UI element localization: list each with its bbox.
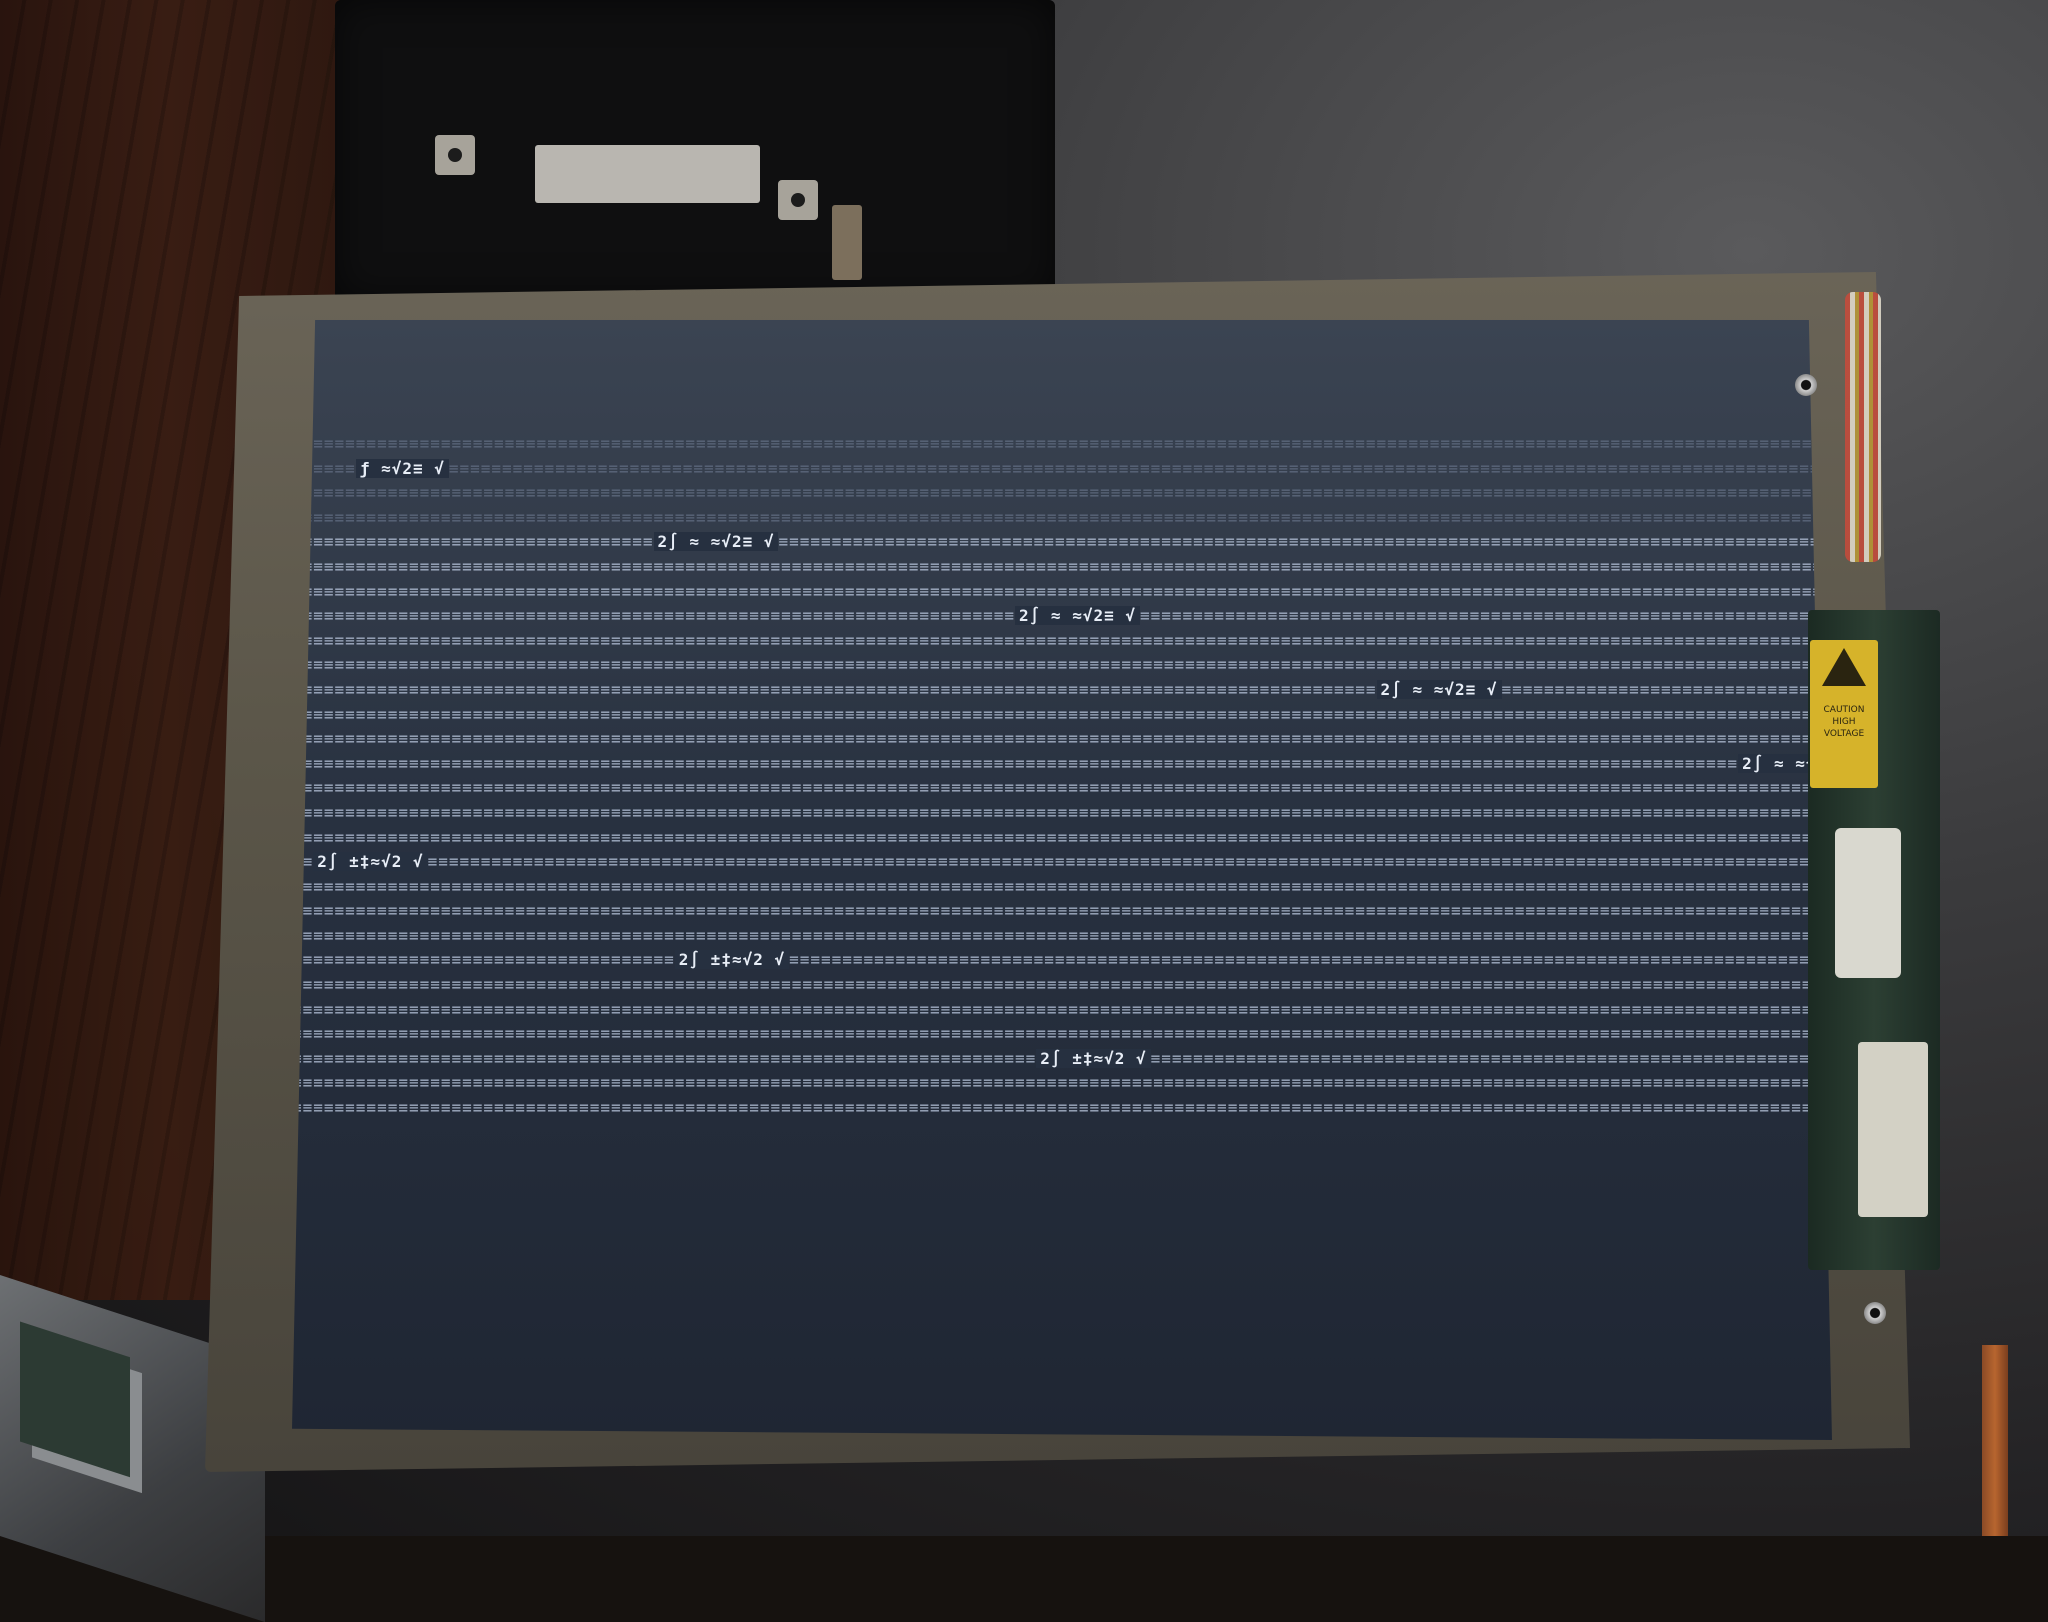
glyph-row: ≡≡≡≡≡≡≡≡≡≡≡≡≡≡≡≡≡≡≡≡≡≡≡≡≡≡≡≡≡≡≡≡≡≡≡≡≡≡≡≡… xyxy=(292,776,1832,801)
glyph-fill: ≡≡≡≡≡≡≡≡≡≡≡≡≡≡≡≡≡≡≡≡≡≡≡≡≡≡≡≡≡≡≡≡≡≡≡≡≡≡≡≡… xyxy=(1140,606,1832,626)
glyph-fragment: 2∫ ≈ ≈√2≡ √ xyxy=(1015,606,1140,626)
glyph-fragment: 2∫ ±‡≈√2 √ xyxy=(674,950,790,970)
glyph-row: ≡≡≡≡≡≡≡≡≡≡≡≡≡≡≡≡≡≡≡≡≡≡≡≡≡≡≡≡≡≡≡≡≡≡≡≡≡≡≡≡… xyxy=(292,481,1832,506)
glyph-fill: ≡≡≡≡≡≡≡≡≡≡≡≡≡≡≡≡≡≡≡≡≡≡≡≡≡≡≡≡≡≡≡≡≡≡≡≡≡≡≡≡… xyxy=(292,901,1832,921)
glyph-row: ≡≡≡≡≡≡≡≡≡≡≡≡≡≡≡≡≡≡≡≡≡≡≡≡≡≡≡≡≡≡≡≡≡≡≡≡≡≡≡≡… xyxy=(292,1096,1832,1121)
component-sticker xyxy=(1858,1042,1928,1217)
caution-text: CAUTION HIGH VOLTAGE xyxy=(1823,705,1865,739)
glyph-row: ≡≡≡≡≡≡≡≡≡≡≡≡≡≡≡≡≡≡≡≡≡≡≡≡≡≡≡≡≡≡≡≡≡≡≡≡≡≡≡≡… xyxy=(292,924,1832,949)
glyph-row: ≡≡≡≡≡≡≡≡≡≡≡≡≡≡≡≡≡≡≡≡≡≡≡≡≡≡≡≡≡≡≡≡≡≡≡≡≡≡≡≡… xyxy=(292,998,1832,1023)
glyph-row: ≡≡≡≡≡≡≡≡≡≡≡≡≡≡≡≡≡≡≡≡≡≡≡≡≡≡≡≡≡≡≡≡≡≡≡≡≡≡≡≡… xyxy=(292,1047,1832,1072)
glyph-fill: ≡≡≡≡≡≡≡≡≡≡≡≡≡≡≡≡≡≡≡≡≡≡≡≡≡≡≡≡≡≡≡≡≡≡≡≡≡≡≡≡… xyxy=(789,950,1832,970)
glyph-row: ≡≡≡≡≡≡≡≡≡≡≡≡≡≡≡≡≡≡≡≡≡≡≡≡≡≡≡≡≡≡≡≡≡≡≡≡≡≡≡≡… xyxy=(292,653,1832,678)
glyph-row: ≡≡≡≡≡≡≡≡≡≡≡≡≡≡≡≡≡≡≡≡≡≡≡≡≡≡≡≡≡≡≡≡≡≡≡≡≡≡≡≡… xyxy=(292,703,1832,728)
glyph-row: ≡≡≡≡≡≡≡≡≡≡≡≡≡≡≡≡≡≡≡≡≡≡≡≡≡≡≡≡≡≡≡≡≡≡≡≡≡≡≡≡… xyxy=(292,629,1832,654)
glyph-fragment: ƒ ≈√2≡ √ xyxy=(355,458,449,478)
glyph-fill: ≡≡≡≡≡≡≡≡≡≡≡≡≡≡≡≡≡≡≡≡≡≡≡≡≡≡≡≡≡≡≡≡≡≡≡≡≡≡≡≡… xyxy=(1150,1048,1832,1068)
glyph-fill: ≡≡≡≡≡≡≡≡≡≡≡≡≡≡≡≡≡≡≡≡≡≡≡≡≡≡≡≡≡≡≡≡≡≡≡≡≡≡≡≡… xyxy=(778,532,1832,552)
glyph-row: ≡≡≡≡≡≡≡≡≡≡≡≡≡≡≡≡≡≡≡≡≡≡≡≡≡≡≡≡≡≡≡≡≡≡≡≡≡≡≡≡… xyxy=(292,1022,1832,1047)
glyph-fill: ≡≡≡≡≡≡≡≡≡≡≡≡≡≡≡≡≡≡≡≡≡≡≡≡≡≡≡≡≡≡≡≡≡≡≡≡≡≡≡≡… xyxy=(448,458,1832,478)
glyph-row: ≡≡≡≡≡≡≡≡≡≡≡≡≡≡≡≡≡≡≡≡≡≡≡≡≡≡≡≡≡≡≡≡≡≡≡≡≡≡≡≡… xyxy=(292,752,1832,777)
glyph-fill: ≡≡≡≡≡≡≡≡≡≡≡≡≡≡≡≡≡≡≡≡≡≡≡≡≡≡≡≡≡≡≡≡≡≡≡≡≡≡≡≡… xyxy=(292,704,1832,724)
glyph-fill: ≡≡≡≡≡≡≡≡≡≡≡≡≡≡≡≡≡≡≡≡≡≡≡≡≡≡≡≡≡≡≡≡≡≡≡≡≡≡≡≡… xyxy=(292,778,1832,798)
lcd-screen: ≡≡≡≡≡≡≡≡≡≡≡≡≡≡≡≡≡≡≡≡≡≡≡≡≡≡≡≡≡≡≡≡≡≡≡≡≡≡≡≡… xyxy=(292,320,1832,1440)
glyph-fill: ≡≡≡≡≡≡≡≡≡≡≡≡≡≡≡≡≡≡≡≡≡≡≡≡≡≡≡≡≡≡≡≡≡≡≡≡≡≡≡≡… xyxy=(292,1024,1832,1044)
glyph-row: ≡≡2∫ ±‡≈√2 √≡≡≡≡≡≡≡≡≡≡≡≡≡≡≡≡≡≡≡≡≡≡≡≡≡≡≡≡… xyxy=(292,850,1832,875)
component-sticker xyxy=(1835,828,1901,978)
glyph-fill: ≡≡≡≡≡≡≡≡≡≡≡≡≡≡≡≡≡≡≡≡≡≡≡≡≡≡≡≡≡≡≡≡≡≡ xyxy=(292,532,654,552)
glyph-fill: ≡≡≡≡≡≡≡≡≡≡≡≡≡≡≡≡≡≡≡≡≡≡≡≡≡≡≡≡≡≡≡≡≡≡≡≡≡≡≡≡… xyxy=(292,655,1832,675)
glyph-fragment: 2∫ ≈ ≈√2≡ √ xyxy=(653,532,779,552)
glyph-row: ≡≡≡≡≡≡≡≡≡≡≡≡≡≡≡≡≡≡≡≡≡≡≡≡≡≡≡≡≡≡≡≡≡≡≡≡≡≡≡≡… xyxy=(292,899,1832,924)
glyph-fill: ≡≡≡≡≡≡≡≡≡≡≡≡≡≡≡≡≡≡≡≡≡≡≡≡≡≡≡≡≡≡≡≡≡≡≡≡≡≡≡≡… xyxy=(1501,679,1832,699)
board-label-sticker xyxy=(535,145,760,203)
glyph-fill: ≡≡≡≡≡≡≡≡≡≡≡≡≡≡≡≡≡≡≡≡≡≡≡≡≡≡≡≡≡≡≡≡≡≡≡≡≡≡≡≡… xyxy=(292,999,1832,1019)
glyph-fragment: 2∫ ±‡≈√2 √ xyxy=(313,852,428,872)
glyph-fill: ≡≡≡≡≡≡≡≡≡≡≡≡≡≡≡≡≡≡≡≡≡≡≡≡≡≡≡≡≡≡≡≡≡≡≡≡≡≡≡≡… xyxy=(292,975,1832,995)
glyph-row: ≡≡≡≡≡≡≡≡≡≡≡≡≡≡≡≡≡≡≡≡≡≡≡≡≡≡≡≡≡≡≡≡≡≡≡≡≡≡≡≡… xyxy=(292,604,1832,629)
glyph-fill: ≡≡≡≡≡≡≡≡≡≡≡≡≡≡≡≡≡≡≡≡≡≡≡≡≡≡≡≡≡≡≡≡≡≡≡≡≡≡≡≡… xyxy=(292,925,1832,945)
glyph-fill: ≡≡≡≡≡≡≡≡≡≡≡≡≡≡≡≡≡≡≡≡≡≡≡≡≡≡≡≡≡≡≡≡≡≡≡≡≡≡≡≡… xyxy=(292,679,1377,699)
mount-screw xyxy=(1795,374,1817,396)
glyph-row: ≡≡≡≡≡≡≡≡≡≡≡≡≡≡≡≡≡≡≡≡≡≡≡≡≡≡≡≡≡≡≡≡≡≡≡≡≡≡≡≡… xyxy=(292,555,1832,580)
glyph-row: ≡≡≡≡≡≡≡≡≡≡≡≡≡≡≡≡≡≡≡≡≡≡≡≡≡≡≡≡≡≡≡≡≡≡≡≡≡≡≡≡… xyxy=(292,973,1832,998)
glyph-fragment: 2∫ ≈ ≈√2≡ √ xyxy=(1376,679,1502,699)
glyph-fragment: 2∫ ±‡≈√2 √ xyxy=(1036,1048,1151,1068)
glyph-fill: ≡≡≡≡≡≡≡≡≡≡≡≡≡≡≡≡≡≡≡≡≡≡≡≡≡≡≡≡≡≡≡≡≡≡≡≡≡≡≡≡… xyxy=(292,507,1832,527)
glyph-fill: ≡≡≡≡≡≡≡≡≡≡≡≡≡≡≡≡≡≡≡≡≡≡≡≡≡≡≡≡≡≡≡≡≡≡≡≡≡≡≡≡… xyxy=(292,827,1832,847)
glyph-row: ≡≡≡≡≡≡≡≡≡≡≡≡≡≡≡≡≡≡≡≡≡≡≡≡≡≡≡≡≡≡≡≡≡≡≡≡≡≡≡≡… xyxy=(292,580,1832,605)
glyph-row: ≡≡≡≡≡≡≡≡≡≡≡≡≡≡≡≡≡≡≡≡≡≡≡≡≡≡≡≡≡≡≡≡≡≡≡≡≡≡≡≡… xyxy=(292,826,1832,851)
glyph-fill: ≡≡≡≡≡≡≡≡≡≡≡≡≡≡≡≡≡≡≡≡≡≡≡≡≡≡≡≡≡≡≡≡≡≡≡≡≡≡≡≡… xyxy=(292,630,1832,650)
glyph-row: ≡≡≡≡≡≡ ƒ ≈√2≡ √ ≡≡≡≡≡≡≡≡≡≡≡≡≡≡≡≡≡≡≡≡≡≡≡≡≡≡… xyxy=(292,457,1832,482)
glyph-row: ≡≡≡≡≡≡≡≡≡≡≡≡≡≡≡≡≡≡≡≡≡≡≡≡≡≡≡≡≡≡≡≡≡≡≡≡≡≡≡≡… xyxy=(292,875,1832,900)
glyph-row: ≡≡≡≡≡≡≡≡≡≡≡≡≡≡≡≡≡≡≡≡≡≡≡≡≡≡≡≡≡≡≡≡≡≡≡≡ 2∫ ±… xyxy=(292,948,1832,973)
glyph-fill: ≡≡≡≡≡≡≡≡≡≡≡≡≡≡≡≡≡≡≡≡≡≡≡≡≡≡≡≡≡≡≡≡≡≡≡≡≡≡≡≡… xyxy=(292,483,1832,503)
mount-screw xyxy=(1864,1302,1886,1324)
glyph-fill: ≡≡≡≡≡≡≡≡≡≡≡≡≡≡≡≡≡≡≡≡≡≡≡≡≡≡≡≡≡≡≡≡≡≡≡≡≡≡≡≡… xyxy=(292,802,1832,822)
wire-bundle xyxy=(1845,292,1881,562)
board-mount-hole xyxy=(435,135,475,175)
ribbon-connector xyxy=(832,205,862,280)
board-mount-hole xyxy=(778,180,818,220)
glyph-fill: ≡≡≡≡≡≡≡≡≡≡≡≡≡≡≡≡≡≡≡≡≡≡≡≡≡≡≡≡≡≡≡≡≡≡≡≡≡≡≡≡… xyxy=(292,1098,1832,1118)
glyph-fill: ≡≡≡≡≡≡≡≡≡≡≡≡≡≡≡≡≡≡≡≡≡≡≡≡≡≡≡≡≡≡≡≡≡≡≡≡ xyxy=(292,950,675,970)
glyph-fill: ≡≡≡≡≡≡≡≡≡≡≡≡≡≡≡≡≡≡≡≡≡≡≡≡≡≡≡≡≡≡≡≡≡≡≡≡≡≡≡≡… xyxy=(292,606,1016,626)
glyph-row: ≡≡≡≡≡≡≡≡≡≡≡≡≡≡≡≡≡≡≡≡≡≡≡≡≡≡≡≡≡≡≡≡≡≡≡≡≡≡≡≡… xyxy=(292,801,1832,826)
glyph-row: ≡≡≡≡≡≡≡≡≡≡≡≡≡≡≡≡≡≡≡≡≡≡≡≡≡≡≡≡≡≡≡≡≡≡≡≡≡≡≡≡… xyxy=(292,1071,1832,1096)
glyph-fill: ≡≡≡≡≡≡≡≡≡≡≡≡≡≡≡≡≡≡≡≡≡≡≡≡≡≡≡≡≡≡≡≡≡≡≡≡≡≡≡≡… xyxy=(292,1073,1832,1093)
glyph-fill: ≡≡≡≡≡≡≡≡≡≡≡≡≡≡≡≡≡≡≡≡≡≡≡≡≡≡≡≡≡≡≡≡≡≡≡≡≡≡≡≡… xyxy=(292,1048,1037,1068)
glyph-fill: ≡≡≡≡≡≡≡≡≡≡≡≡≡≡≡≡≡≡≡≡≡≡≡≡≡≡≡≡≡≡≡≡≡≡≡≡≡≡≡≡… xyxy=(292,753,1739,773)
glyph-fill: ≡≡≡≡≡≡≡≡≡≡≡≡≡≡≡≡≡≡≡≡≡≡≡≡≡≡≡≡≡≡≡≡≡≡≡≡≡≡≡≡… xyxy=(292,556,1832,576)
warning-icon xyxy=(1822,648,1866,686)
glyph-row: ≡≡≡≡≡≡≡≡≡≡≡≡≡≡≡≡≡≡≡≡≡≡≡≡≡≡≡≡≡≡≡≡≡≡ 2∫ ≈ ≈… xyxy=(292,530,1832,555)
glyph-row: ≡≡≡≡≡≡≡≡≡≡≡≡≡≡≡≡≡≡≡≡≡≡≡≡≡≡≡≡≡≡≡≡≡≡≡≡≡≡≡≡… xyxy=(292,678,1832,703)
glyph-row: ≡≡≡≡≡≡≡≡≡≡≡≡≡≡≡≡≡≡≡≡≡≡≡≡≡≡≡≡≡≡≡≡≡≡≡≡≡≡≡≡… xyxy=(292,432,1832,457)
glyph-row: ≡≡≡≡≡≡≡≡≡≡≡≡≡≡≡≡≡≡≡≡≡≡≡≡≡≡≡≡≡≡≡≡≡≡≡≡≡≡≡≡… xyxy=(292,727,1832,752)
glyph-fill: ≡≡≡≡≡≡≡≡≡≡≡≡≡≡≡≡≡≡≡≡≡≡≡≡≡≡≡≡≡≡≡≡≡≡≡≡≡≡≡≡… xyxy=(292,729,1832,749)
glyph-fill: ≡≡≡≡≡≡≡≡≡≡≡≡≡≡≡≡≡≡≡≡≡≡≡≡≡≡≡≡≡≡≡≡≡≡≡≡≡≡≡≡… xyxy=(355,434,1832,453)
glyph-fill: ≡≡≡≡≡≡≡≡≡≡≡≡≡≡≡≡≡≡≡≡≡≡≡≡≡≡≡≡≡≡≡≡≡≡≡≡≡≡≡≡… xyxy=(427,852,1832,872)
glyph-fill: ≡≡≡≡≡≡≡≡≡≡≡≡≡≡≡≡≡≡≡≡≡≡≡≡≡≡≡≡≡≡≡≡≡≡≡≡≡≡≡≡… xyxy=(292,581,1832,601)
garbled-text-rows: ≡≡≡≡≡≡≡≡≡≡≡≡≡≡≡≡≡≡≡≡≡≡≡≡≡≡≡≡≡≡≡≡≡≡≡≡≡≡≡≡… xyxy=(292,432,1832,1121)
wooden-stick xyxy=(1982,1345,2008,1536)
caution-sticker: CAUTION HIGH VOLTAGE xyxy=(1810,640,1878,788)
glyph-fill: ≡≡≡≡≡≡≡≡≡≡≡≡≡≡≡≡≡≡≡≡≡≡≡≡≡≡≡≡≡≡≡≡≡≡≡≡≡≡≡≡… xyxy=(292,876,1832,896)
glyph-row: ≡≡≡≡≡≡≡≡≡≡≡≡≡≡≡≡≡≡≡≡≡≡≡≡≡≡≡≡≡≡≡≡≡≡≡≡≡≡≡≡… xyxy=(292,506,1832,531)
